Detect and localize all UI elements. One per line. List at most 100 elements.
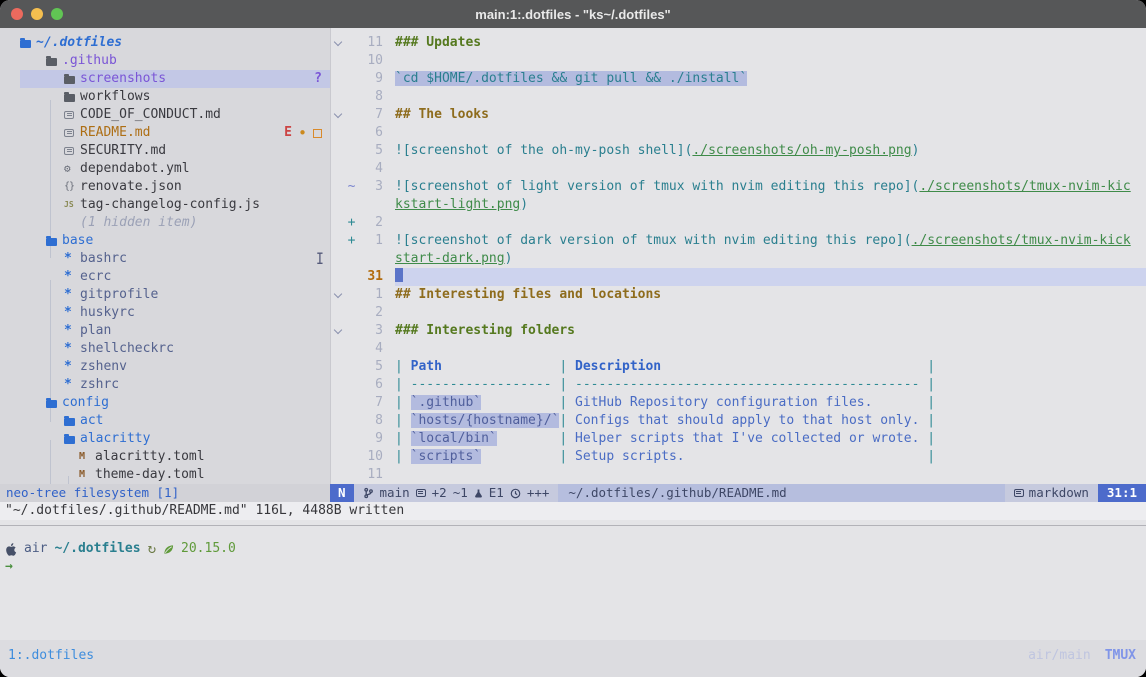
git-branch-name: main	[380, 484, 410, 502]
unstaged-square-badge	[313, 129, 322, 138]
tmux-status-bar: 1:.dotfiles air/main TMUX	[0, 640, 1146, 677]
tree-item-zshrc[interactable]: *zshrc	[0, 376, 330, 394]
editor-line-3[interactable]: ~3![screenshot of light version of tmux …	[331, 178, 1146, 196]
line-number: 8	[358, 88, 383, 106]
tree-item-shellcheckrc[interactable]: *shellcheckrc	[0, 340, 330, 358]
tree-item-bashrc[interactable]: *bashrc	[0, 250, 330, 268]
line-text: | `hosts/{hostname}/`| Configs that shou…	[395, 412, 1146, 430]
tree-item-label: alacritty.toml	[95, 448, 205, 466]
editor-line-wrap[interactable]: kstart-light.png)	[331, 196, 1146, 214]
editor-line-2[interactable]: 2	[331, 304, 1146, 322]
minimize-button[interactable]	[31, 8, 43, 20]
tree-item-workflows[interactable]: workflows	[0, 88, 330, 106]
tree-item-gitprofile[interactable]: *gitprofile	[0, 286, 330, 304]
tmux-pane-separator[interactable]	[0, 525, 1146, 526]
tree-item-label: shellcheckrc	[80, 340, 174, 358]
close-button[interactable]	[11, 8, 23, 20]
tree-item-alacritty-toml[interactable]: Malacritty.toml	[0, 448, 330, 466]
editor-line-2[interactable]: +2	[331, 214, 1146, 232]
editor-line-10[interactable]: 10| `scripts` | Setup scripts. |	[331, 448, 1146, 466]
fold-column	[331, 142, 345, 160]
tree-item-tag-changelog-config-js[interactable]: JStag-changelog-config.js	[0, 196, 330, 214]
tree-item-label: renovate.json	[80, 178, 182, 196]
editor-line-11[interactable]: 11### Updates	[331, 34, 1146, 52]
editor-line-8[interactable]: 8| `hosts/{hostname}/`| Configs that sho…	[331, 412, 1146, 430]
zoom-button[interactable]	[51, 8, 63, 20]
asterisk-icon: *	[64, 340, 80, 358]
tree-item-config[interactable]: config	[0, 394, 330, 412]
editor-line-7[interactable]: 7## The looks	[331, 106, 1146, 124]
git-sign	[345, 88, 358, 106]
tree-item-1-hidden-item[interactable]: (1 hidden item)	[0, 214, 330, 232]
git-sign	[345, 322, 358, 340]
asterisk-icon: *	[64, 268, 80, 286]
tree-item-plan[interactable]: *plan	[0, 322, 330, 340]
editor-line-4[interactable]: 4	[331, 160, 1146, 178]
tree-item-dependabot-yml[interactable]: ⚙dependabot.yml	[0, 160, 330, 178]
editor-line-4[interactable]: 4	[331, 340, 1146, 358]
tmux-window-label[interactable]: 1:.dotfiles	[8, 646, 94, 666]
editor-line-1[interactable]: +1![screenshot of dark version of tmux w…	[331, 232, 1146, 250]
tree-item-readme-md[interactable]: README.mdE•	[0, 124, 330, 142]
diagnostic-errors: E1	[489, 484, 504, 502]
fold-column	[331, 430, 345, 448]
line-number: 9	[358, 430, 383, 448]
tree-item-huskyrc[interactable]: *huskyrc	[0, 304, 330, 322]
editor-line-wrap[interactable]: start-dark.png)	[331, 250, 1146, 268]
editor-line-5[interactable]: 5| Path | Description |	[331, 358, 1146, 376]
tree-item-label: plan	[80, 322, 111, 340]
tree-item-screenshots[interactable]: screenshots?	[0, 70, 330, 88]
editor-line-6[interactable]: 6| ------------------ | ----------------…	[331, 376, 1146, 394]
folder-dark-icon	[46, 57, 62, 66]
tree-item-github[interactable]: .github	[0, 52, 330, 70]
tree-item-theme-day-toml[interactable]: Mtheme-day.toml	[0, 466, 330, 484]
line-text	[395, 340, 1146, 358]
tree-item-alacritty[interactable]: alacritty	[0, 430, 330, 448]
tree-item-act[interactable]: act	[0, 412, 330, 430]
line-text	[395, 268, 1146, 286]
tree-item-ecrc[interactable]: *ecrc	[0, 268, 330, 286]
editor-line-8[interactable]: 8	[331, 88, 1146, 106]
editor-line-7[interactable]: 7| `.github` | GitHub Repository configu…	[331, 394, 1146, 412]
editor-line-5[interactable]: 5![screenshot of the oh-my-posh shell](.…	[331, 142, 1146, 160]
tree-item-security-md[interactable]: SECURITY.md	[0, 142, 330, 160]
tree-item-label: tag-changelog-config.js	[80, 196, 260, 214]
editor-line-9[interactable]: 9| `local/bin` | Helper scripts that I'v…	[331, 430, 1146, 448]
editor-line-1[interactable]: 1## Interesting files and locations	[331, 286, 1146, 304]
editor-line-11[interactable]: 11	[331, 466, 1146, 484]
editor-line-31[interactable]: 31	[331, 268, 1146, 286]
line-text: ### Interesting folders	[395, 322, 1146, 340]
tree-item-code-of-conduct-md[interactable]: CODE_OF_CONDUCT.md	[0, 106, 330, 124]
git-sign	[345, 394, 358, 412]
tree-item-label: dependabot.yml	[80, 160, 190, 178]
text-cursor-artifact: I	[316, 250, 324, 269]
editor-pane[interactable]: 11### Updates109`cd $HOME/.dotfiles && g…	[330, 28, 1146, 484]
line-number: 5	[358, 142, 383, 160]
editor-line-10[interactable]: 10	[331, 52, 1146, 70]
tree-item-label: zshrc	[80, 376, 119, 394]
statusline-filepath: ~/.dotfiles/.github/README.md	[558, 484, 1004, 502]
editor-line-9[interactable]: 9`cd $HOME/.dotfiles && git pull && ./in…	[331, 70, 1146, 88]
window-title: main:1:.dotfiles - "ks~/.dotfiles"	[0, 7, 1146, 22]
line-number: 6	[358, 376, 383, 394]
tree-item-zshenv[interactable]: *zshenv	[0, 358, 330, 376]
tree-item-renovate-json[interactable]: {}renovate.json	[0, 178, 330, 196]
tree-item-label: ecrc	[80, 268, 111, 286]
neotree-sidebar: ~/.dotfiles.githubscreenshots?workflowsC…	[0, 28, 330, 484]
git-sign	[345, 376, 358, 394]
tree-item-base[interactable]: base	[0, 232, 330, 250]
titlebar: main:1:.dotfiles - "ks~/.dotfiles"	[0, 0, 1146, 28]
git-sign	[345, 430, 358, 448]
line-text	[395, 88, 1146, 106]
fold-column	[331, 412, 345, 430]
tree-item-label: act	[80, 412, 103, 430]
fold-column	[331, 178, 345, 196]
editor-line-3[interactable]: 3### Interesting folders	[331, 322, 1146, 340]
line-number: 4	[358, 340, 383, 358]
fold-column	[331, 70, 345, 88]
git-sign	[345, 286, 358, 304]
tree-item-dotfiles[interactable]: ~/.dotfiles	[0, 34, 330, 52]
line-number: 9	[358, 70, 383, 88]
editor-line-6[interactable]: 6	[331, 124, 1146, 142]
folder-blue-icon	[64, 417, 80, 426]
